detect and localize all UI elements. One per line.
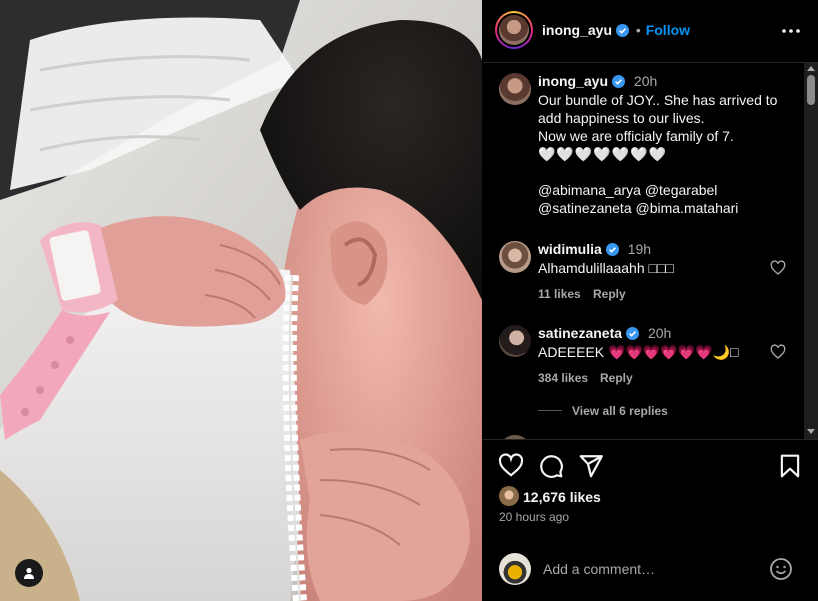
caption-mentions[interactable]: @abimana_arya @tegarabel [538, 181, 717, 199]
view-replies-button[interactable]: View all 6 replies [572, 404, 668, 418]
caption-username[interactable]: inong_ayu [538, 73, 608, 89]
user-tag-button[interactable] [15, 559, 43, 587]
caption-time: 20h [633, 73, 658, 89]
post-actions [483, 452, 818, 480]
baby-photo-image [0, 0, 482, 601]
heart-icon[interactable] [498, 453, 524, 479]
share-icon[interactable] [578, 453, 604, 479]
comment-icon[interactable] [538, 453, 564, 479]
caption-line: Our bundle of JOY.. She has arrived to [538, 92, 778, 108]
caption-mentions[interactable]: @satinezaneta @bima.matahari [538, 199, 738, 217]
scroll-thumb[interactable] [807, 75, 815, 105]
verified-badge-icon [626, 327, 640, 340]
comment-likes[interactable]: 384 likes [538, 371, 588, 385]
bookmark-icon[interactable] [777, 453, 803, 479]
post-header: inong_ayu • Follow [483, 0, 818, 62]
reply-button[interactable]: Reply [593, 287, 626, 301]
scroll-up-arrow[interactable] [807, 66, 815, 71]
caption-avatar[interactable] [499, 73, 531, 105]
comment-likes[interactable]: 11 likes [538, 287, 581, 301]
comments-scrollbar[interactable] [804, 63, 818, 439]
post-photo[interactable] [0, 0, 482, 601]
comment-text: Alhamdulillaaahh □□□ [538, 260, 674, 276]
post-timestamp[interactable]: 20 hours ago [499, 510, 569, 524]
follow-button[interactable]: Follow [646, 22, 690, 38]
current-user-avatar[interactable] [499, 553, 531, 585]
caption-line: Now we are officialy family of 7. [538, 128, 734, 144]
post-sidebar: inong_ayu • Follow inong_ayu 20h Our bun… [483, 0, 818, 601]
verified-badge-icon [605, 243, 619, 256]
comments-list[interactable]: inong_ayu 20h Our bundle of JOY.. She ha… [483, 63, 818, 439]
actions-divider [483, 439, 818, 440]
comment-avatar[interactable] [499, 325, 531, 357]
comment-like-heart-icon[interactable] [770, 344, 786, 360]
replies-line [538, 410, 562, 411]
comment-avatar[interactable] [499, 241, 531, 273]
comment-time: 20h [647, 325, 672, 341]
user-tag-icon [24, 567, 34, 579]
comment-username[interactable]: satinezaneta [538, 325, 622, 341]
author-avatar[interactable] [495, 11, 533, 49]
comment-username[interactable]: widimulia [538, 241, 602, 257]
verified-badge-icon [612, 75, 626, 88]
emoji-icon[interactable] [769, 557, 793, 581]
verified-badge-icon [616, 24, 630, 37]
caption-line: add happiness to our lives. [538, 110, 705, 126]
comment-like-heart-icon[interactable] [770, 260, 786, 276]
liked-by-avatar[interactable] [499, 486, 519, 506]
more-options-icon[interactable] [780, 24, 802, 38]
comment-text: ADEEEEK 💗💗💗💗💗💗🌙□ [538, 344, 739, 360]
comment-box-divider [483, 538, 818, 539]
author-username[interactable]: inong_ayu [542, 22, 612, 38]
likes-count[interactable]: 12,676 likes [523, 489, 601, 505]
scroll-down-arrow[interactable] [807, 429, 815, 434]
reply-button[interactable]: Reply [600, 371, 633, 385]
add-comment-input[interactable] [543, 558, 763, 580]
header-separator: • [635, 22, 641, 38]
comment-time: 19h [627, 241, 652, 257]
caption-line: 🤍🤍🤍🤍🤍🤍🤍 [538, 146, 668, 162]
